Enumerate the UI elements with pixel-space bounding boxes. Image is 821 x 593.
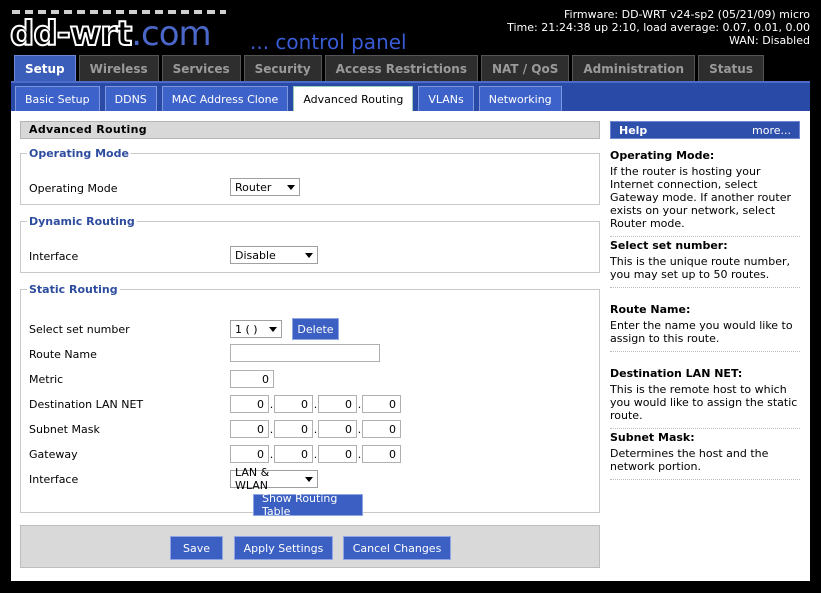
save-button[interactable]: Save <box>170 536 223 560</box>
wan-status: WAN: Disabled <box>728 34 810 47</box>
help-item-route-name: Route Name: Enter the name you would lik… <box>610 303 800 352</box>
help-item-text: Enter the name you would like to assign … <box>610 319 793 345</box>
destination-lan-net-label: Destination LAN NET <box>29 397 144 411</box>
tab-security[interactable]: Security <box>243 55 322 81</box>
help-item-text: Determines the host and the network port… <box>610 447 769 473</box>
operating-mode-legend: Operating Mode <box>29 147 129 160</box>
gateway-octet-4[interactable]: 0 <box>362 445 401 463</box>
dynamic-interface-value: Disable <box>235 248 276 262</box>
dest-octet-1[interactable]: 0 <box>230 395 269 413</box>
subtab-mac-address-clone[interactable]: MAC Address Clone <box>161 86 289 112</box>
subtab-networking[interactable]: Networking <box>478 86 562 112</box>
operating-mode-label: Operating Mode <box>29 181 118 195</box>
system-info: Firmware: DD-WRT v24-sp2 (05/21/09) micr… <box>507 8 810 47</box>
dropdown-arrow-icon <box>287 184 295 190</box>
help-item-title: Select set number: <box>610 239 728 252</box>
page-title: Advanced Routing <box>20 121 600 139</box>
mask-octet-3[interactable]: 0 <box>318 420 357 438</box>
metric-label: Metric <box>29 372 64 386</box>
tab-administration[interactable]: Administration <box>572 55 696 81</box>
help-item-title: Subnet Mask: <box>610 431 695 444</box>
dropdown-arrow-icon <box>305 476 313 482</box>
dynamic-interface-select[interactable]: Disable <box>230 246 318 264</box>
set-number-select[interactable]: 1 ( ) <box>230 320 282 338</box>
mask-octet-2[interactable]: 0 <box>274 420 313 438</box>
destination-ip-group: 0. 0. 0. 0 <box>230 395 401 413</box>
help-item-title: Operating Mode: <box>610 149 715 162</box>
dropdown-arrow-icon <box>305 252 313 258</box>
gateway-octet-3[interactable]: 0 <box>318 445 357 463</box>
gateway-octet-2[interactable]: 0 <box>274 445 313 463</box>
help-item-set-number: Select set number: This is the unique ro… <box>610 239 800 288</box>
mask-octet-1[interactable]: 0 <box>230 420 269 438</box>
control-panel-tagline: ... control panel <box>250 30 407 54</box>
tab-setup[interactable]: Setup <box>14 55 76 81</box>
show-routing-table-button[interactable]: Show Routing Table <box>253 492 363 518</box>
sub-tab-bar: Basic Setup DDNS MAC Address Clone Advan… <box>11 81 810 112</box>
dynamic-routing-legend: Dynamic Routing <box>29 215 135 228</box>
subtab-ddns[interactable]: DDNS <box>104 86 157 112</box>
tab-status[interactable]: Status <box>698 55 764 81</box>
apply-settings-button[interactable]: Apply Settings <box>234 536 333 560</box>
dynamic-routing-fieldset: Dynamic Routing Interface Disable <box>20 215 600 273</box>
route-name-input[interactable] <box>230 344 380 362</box>
set-number-label: Select set number <box>29 322 130 336</box>
firmware-info: Firmware: DD-WRT v24-sp2 (05/21/09) micr… <box>563 8 810 21</box>
help-item-title: Destination LAN NET: <box>610 367 743 380</box>
help-more-link[interactable]: more... <box>752 124 791 137</box>
metric-input[interactable]: 0 <box>230 370 274 388</box>
route-name-label: Route Name <box>29 347 97 361</box>
dest-octet-3[interactable]: 0 <box>318 395 357 413</box>
help-item-text: This is the unique route number, you may… <box>610 255 791 281</box>
help-item-operating-mode: Operating Mode: If the router is hosting… <box>610 149 800 237</box>
uptime-info: Time: 21:24:38 up 2:10, load average: 0.… <box>507 21 810 34</box>
subtab-vlans[interactable]: VLANs <box>418 86 474 112</box>
subnet-mask-label: Subnet Mask <box>29 422 100 436</box>
help-item-text: This is the remote host to which you wou… <box>610 383 798 422</box>
delete-button[interactable]: Delete <box>292 318 339 340</box>
subtab-basic-setup[interactable]: Basic Setup <box>15 86 100 112</box>
static-routing-legend: Static Routing <box>29 283 118 296</box>
content-area: Advanced Routing Operating Mode Operatin… <box>11 111 810 581</box>
tab-nat-qos[interactable]: NAT / QoS <box>480 55 570 81</box>
static-routing-fieldset: Static Routing Select set number 1 ( ) D… <box>20 283 600 518</box>
main-tabs: Setup Wireless Services Security Access … <box>14 55 764 81</box>
gateway-label: Gateway <box>29 447 78 461</box>
tab-wireless[interactable]: Wireless <box>78 55 159 81</box>
help-item-destination-lan-net: Destination LAN NET: This is the remote … <box>610 367 800 429</box>
help-item-title: Route Name: <box>610 303 691 316</box>
help-header: Help more... <box>610 121 800 139</box>
static-interface-value: LAN & WLAN <box>235 466 270 492</box>
dest-octet-4[interactable]: 0 <box>362 395 401 413</box>
static-interface-label: Interface <box>29 472 79 486</box>
logo-text: dd-wrt.com <box>9 13 212 55</box>
dropdown-arrow-icon <box>269 326 277 332</box>
help-item-text: If the router is hosting your Internet c… <box>610 165 791 230</box>
ddwrt-logo: dd-wrt.com <box>9 8 230 56</box>
static-interface-select[interactable]: LAN & WLAN <box>230 466 318 492</box>
set-number-value: 1 ( ) <box>235 322 258 336</box>
dynamic-interface-label: Interface <box>29 249 79 263</box>
help-item-subnet-mask: Subnet Mask: Determines the host and the… <box>610 431 800 480</box>
tab-access-restrictions[interactable]: Access Restrictions <box>324 55 478 81</box>
help-title: Help <box>619 123 648 137</box>
mask-octet-4[interactable]: 0 <box>362 420 401 438</box>
cancel-changes-button[interactable]: Cancel Changes <box>343 536 451 560</box>
operating-mode-select[interactable]: Router <box>230 178 300 196</box>
action-bar: Save Apply Settings Cancel Changes <box>20 525 600 568</box>
operating-mode-value: Router <box>235 180 272 194</box>
subnet-mask-group: 0. 0. 0. 0 <box>230 420 401 438</box>
gateway-octet-1[interactable]: 0 <box>230 445 269 463</box>
gateway-group: 0. 0. 0. 0 <box>230 445 401 463</box>
dest-octet-2[interactable]: 0 <box>274 395 313 413</box>
tab-services[interactable]: Services <box>161 55 241 81</box>
operating-mode-fieldset: Operating Mode Operating Mode Router <box>20 147 600 205</box>
subtab-advanced-routing[interactable]: Advanced Routing <box>293 86 414 112</box>
